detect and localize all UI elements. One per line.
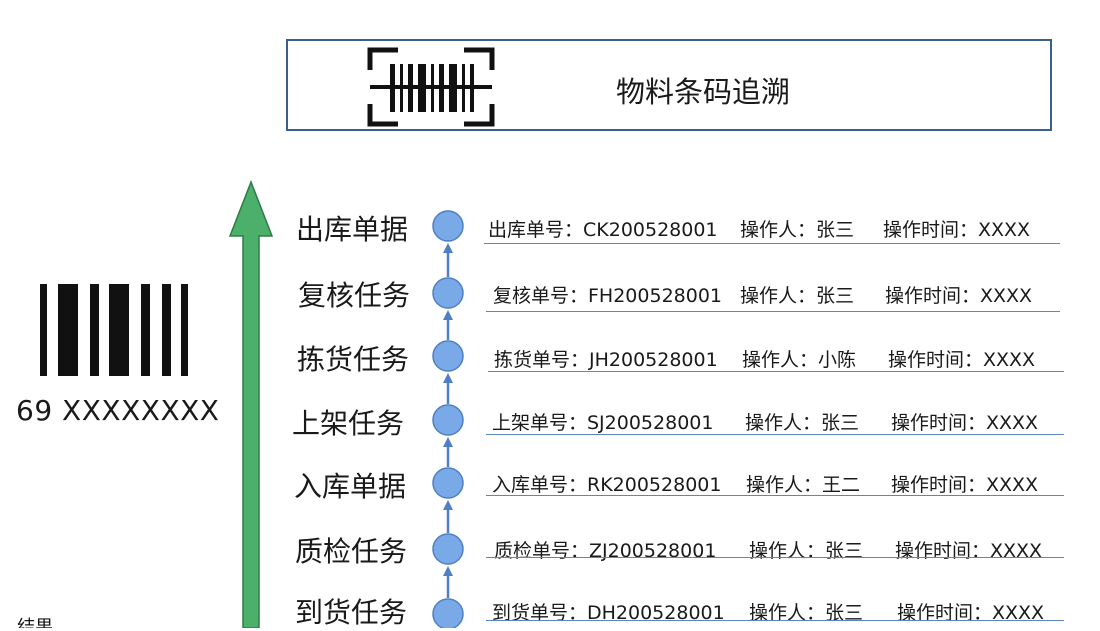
- operation-time: 操作时间：XXXX: [891, 412, 1039, 434]
- operation-time: 操作时间：XXXX: [888, 349, 1036, 371]
- row-divider: [486, 311, 1060, 312]
- detail-row: 上架单号：SJ200528001 操作人：张三 操作时间：XXXX: [0, 408, 1100, 434]
- detail-row: 质检单号：ZJ200528001 操作人：张三 操作时间：XXXX: [0, 536, 1100, 562]
- operation-time: 操作时间：XXXX: [895, 540, 1043, 562]
- connector-arrowhead: [443, 373, 453, 383]
- operator: 操作人：小陈: [742, 349, 857, 371]
- operation-time: 操作时间：XXXX: [885, 285, 1033, 307]
- connector-arrowhead: [443, 437, 453, 447]
- operation-time: 操作时间：XXXX: [891, 474, 1039, 496]
- page-title: 物料条码追溯: [616, 75, 791, 109]
- connector-arrowhead: [443, 566, 453, 576]
- connector-arrowhead: [443, 243, 453, 253]
- detail-row: 入库单号：RK200528001 操作人：王二 操作时间：XXXX: [0, 470, 1100, 496]
- operator: 操作人：张三: [740, 285, 855, 307]
- row-divider: [486, 620, 1064, 621]
- operator: 操作人：张三: [749, 540, 864, 562]
- barcode-scan-icon: [367, 47, 495, 127]
- header-box: 物料条码追溯: [286, 39, 1052, 131]
- row-divider: [486, 495, 1064, 496]
- detail-row: 拣货单号：JH200528001 操作人：小陈 操作时间：XXXX: [0, 345, 1100, 371]
- doc-number: 复核单号：FH200528001: [493, 285, 723, 307]
- row-divider: [486, 557, 1064, 558]
- operation-time: 操作时间：XXXX: [883, 219, 1031, 241]
- row-divider: [488, 371, 1064, 372]
- operator: 操作人：王二: [746, 474, 861, 496]
- detail-row: 出库单号：CK200528001 操作人：张三 操作时间：XXXX: [0, 215, 1100, 241]
- operator: 操作人：张三: [745, 412, 860, 434]
- doc-number: 出库单号：CK200528001: [488, 219, 718, 241]
- doc-number: 质检单号：ZJ200528001: [494, 540, 717, 562]
- connector-arrowhead: [443, 500, 453, 510]
- detail-row: 复核单号：FH200528001 操作人：张三 操作时间：XXXX: [0, 281, 1100, 307]
- connector-arrowhead: [443, 310, 453, 320]
- doc-number: 入库单号：RK200528001: [492, 474, 722, 496]
- corner-text: ...结果: [0, 617, 54, 628]
- doc-number: 上架单号：SJ200528001: [492, 412, 714, 434]
- row-divider: [484, 243, 1060, 244]
- row-divider: [486, 434, 1064, 435]
- operator: 操作人：张三: [740, 219, 855, 241]
- doc-number: 拣货单号：JH200528001: [494, 349, 718, 371]
